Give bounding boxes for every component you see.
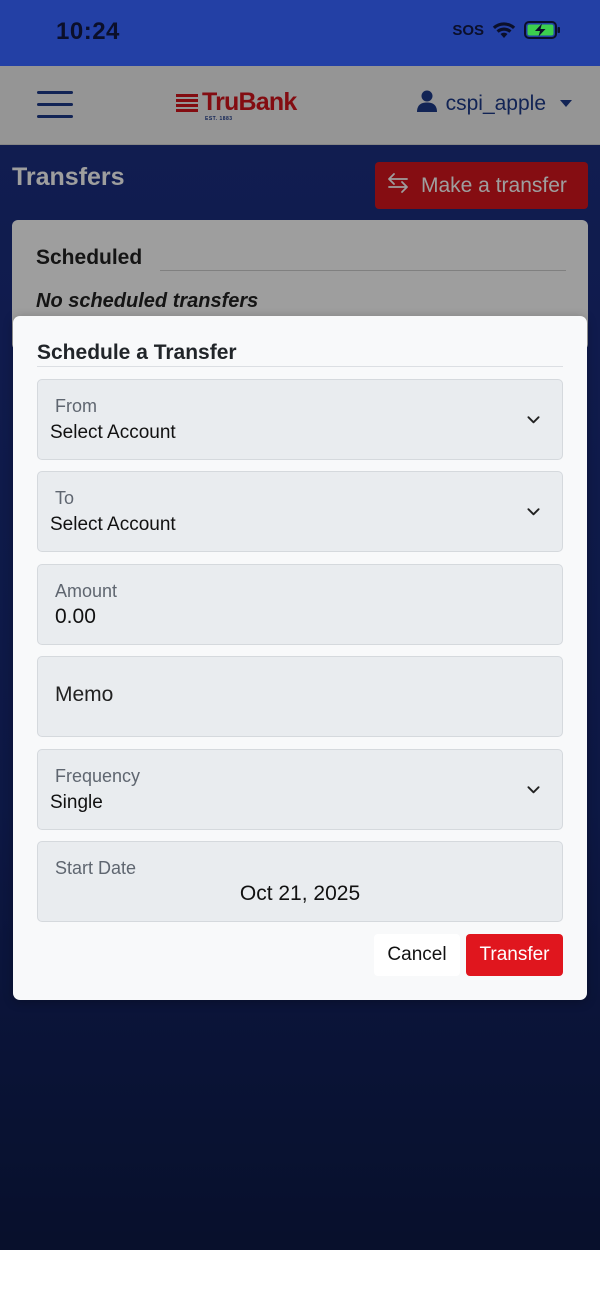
caret-down-icon bbox=[560, 100, 572, 107]
scheduled-divider bbox=[160, 270, 566, 271]
status-bar: 10:24 SOS bbox=[0, 0, 600, 66]
user-menu[interactable]: cspi_apple bbox=[416, 90, 572, 117]
to-value: Select Account bbox=[50, 514, 176, 535]
start-date-value[interactable]: Oct 21, 2025 bbox=[38, 882, 562, 906]
from-value: Select Account bbox=[50, 422, 176, 443]
make-transfer-button[interactable]: Make a transfer bbox=[375, 162, 588, 209]
modal-title: Schedule a Transfer bbox=[37, 341, 237, 364]
make-transfer-label: Make a transfer bbox=[421, 173, 567, 197]
amount-label: Amount bbox=[55, 581, 118, 601]
scheduled-empty-text: No scheduled transfers bbox=[36, 290, 259, 312]
swap-arrows-icon bbox=[387, 172, 409, 200]
chevron-down-icon bbox=[527, 508, 540, 516]
amount-value[interactable]: 0.00 bbox=[55, 605, 96, 629]
modal-divider bbox=[37, 366, 563, 367]
logo-est: EST. 1883 bbox=[205, 116, 233, 122]
status-time: 10:24 bbox=[56, 18, 120, 45]
user-icon bbox=[416, 90, 437, 117]
frequency-value: Single bbox=[50, 792, 103, 813]
scheduled-title: Scheduled bbox=[36, 246, 143, 269]
status-icons: SOS bbox=[452, 20, 562, 40]
to-account-select[interactable]: To Select Account bbox=[37, 471, 563, 552]
start-date-label: Start Date bbox=[55, 858, 137, 878]
amount-field[interactable]: Amount 0.00 bbox=[37, 564, 563, 645]
frequency-select[interactable]: Frequency Single bbox=[37, 749, 563, 830]
battery-charging-icon bbox=[524, 20, 562, 40]
memo-field[interactable] bbox=[37, 656, 563, 737]
memo-input[interactable] bbox=[55, 683, 545, 707]
frequency-label: Frequency bbox=[55, 766, 141, 786]
chevron-down-icon bbox=[527, 416, 540, 424]
page-title: Transfers bbox=[12, 163, 125, 191]
transfer-button[interactable]: Transfer bbox=[466, 934, 563, 976]
wifi-icon bbox=[492, 21, 516, 39]
sos-indicator: SOS bbox=[452, 21, 484, 39]
cancel-button[interactable]: Cancel bbox=[374, 934, 460, 976]
from-label: From bbox=[55, 396, 97, 416]
schedule-transfer-modal: Schedule a Transfer From Select Account … bbox=[13, 316, 587, 1000]
to-label: To bbox=[55, 488, 75, 508]
logo-text: TruBank bbox=[202, 88, 297, 116]
hamburger-menu-icon[interactable] bbox=[37, 91, 73, 119]
start-date-field[interactable]: Start Date Oct 21, 2025 bbox=[37, 841, 563, 922]
trubank-logo[interactable]: TruBank EST. 1883 bbox=[176, 88, 297, 122]
chevron-down-icon bbox=[527, 786, 540, 794]
from-account-select[interactable]: From Select Account bbox=[37, 379, 563, 460]
logo-flag-icon bbox=[176, 92, 200, 114]
username: cspi_apple bbox=[445, 91, 546, 115]
app-header: TruBank EST. 1883 cspi_apple bbox=[0, 66, 600, 145]
